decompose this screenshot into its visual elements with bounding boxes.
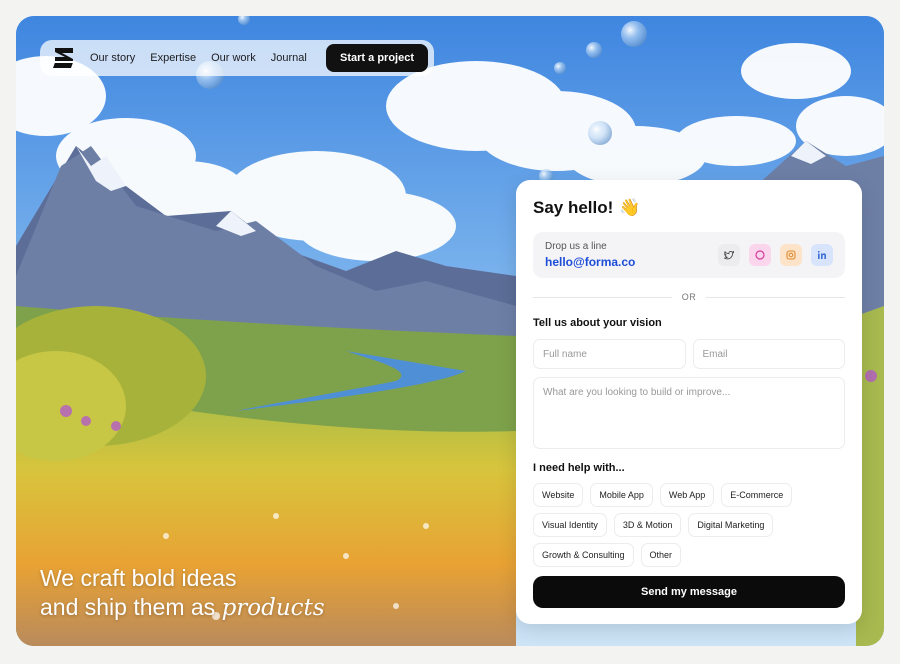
help-chip-growth-consulting[interactable]: Growth & Consulting [533, 543, 634, 567]
hero-headline: We craft bold ideas and ship them as pro… [40, 564, 325, 623]
help-chip-web-app[interactable]: Web App [659, 483, 715, 507]
or-divider-text: OR [681, 292, 697, 302]
nav-link-expertise[interactable]: Expertise [150, 52, 196, 64]
brand-logo-mark-icon [53, 48, 73, 68]
drop-line-label: Drop us a line [545, 241, 607, 252]
nav-link-our-story[interactable]: Our story [90, 52, 135, 64]
nav-link-our-work[interactable]: Our work [211, 52, 256, 64]
or-divider: OR [533, 292, 845, 302]
help-chip-visual-identity[interactable]: Visual Identity [533, 513, 607, 537]
project-description-textarea[interactable] [533, 377, 845, 449]
help-options: Website Mobile App Web App E-Commerce Vi… [533, 483, 845, 567]
nav-link-journal[interactable]: Journal [271, 52, 307, 64]
top-navigation: Our story Expertise Our work Journal Sta… [40, 40, 434, 76]
dribbble-icon[interactable] [749, 244, 771, 266]
hero-line-1: We craft bold ideas [40, 565, 237, 591]
help-section-title: I need help with... [533, 462, 625, 474]
waving-hand-icon: 👋 [619, 198, 641, 217]
card-title-text: Say hello! [533, 198, 614, 217]
full-name-input[interactable] [533, 339, 686, 369]
hero-line-2: and ship them as products [40, 593, 325, 623]
contact-card: Say hello! 👋 Drop us a line hello@forma.… [516, 180, 862, 624]
send-message-button[interactable]: Send my message [533, 576, 845, 608]
card-title: Say hello! 👋 [533, 198, 845, 218]
help-chip-digital-marketing[interactable]: Digital Marketing [688, 513, 774, 537]
hero-line-2-prefix: and ship them as [40, 594, 222, 620]
email-input[interactable] [692, 339, 845, 369]
help-chip-mobile-app[interactable]: Mobile App [590, 483, 653, 507]
help-chip-e-commerce[interactable]: E-Commerce [721, 483, 793, 507]
twitter-icon[interactable] [718, 244, 740, 266]
help-chip-3d-motion[interactable]: 3D & Motion [613, 513, 682, 537]
start-project-button[interactable]: Start a project [326, 44, 428, 72]
hero-frame: Our story Expertise Our work Journal Sta… [16, 16, 884, 646]
linkedin-icon[interactable] [811, 244, 833, 266]
hero-emphasis-word: products [221, 595, 325, 621]
help-chip-other[interactable]: Other [640, 543, 682, 567]
email-contact-box: Drop us a line hello@forma.co [533, 232, 845, 278]
help-chip-website[interactable]: Website [533, 483, 584, 507]
vision-section-title: Tell us about your vision [533, 317, 662, 329]
contact-email-link[interactable]: hello@forma.co [545, 255, 635, 269]
social-links [718, 244, 833, 266]
instagram-icon[interactable] [780, 244, 802, 266]
brand-logo[interactable] [50, 44, 78, 72]
